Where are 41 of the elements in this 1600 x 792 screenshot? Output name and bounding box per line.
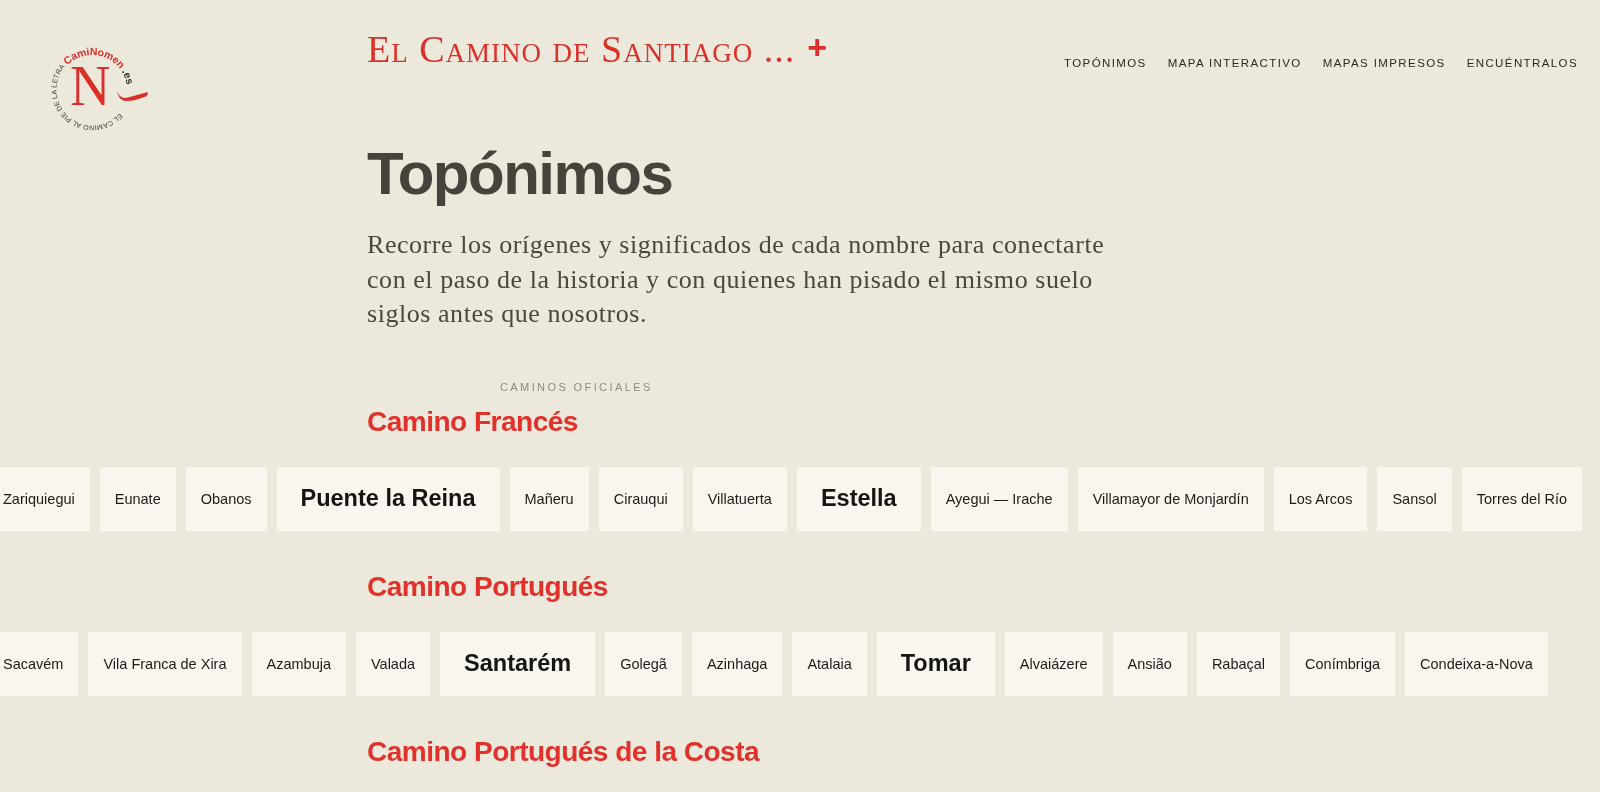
nav-link[interactable]: MAPA INTERACTIVO bbox=[1167, 56, 1302, 70]
nav-link[interactable]: TOPÓNIMOS bbox=[1064, 56, 1147, 70]
nav-link[interactable]: ENCUÉNTRALOS bbox=[1466, 56, 1578, 70]
place-link[interactable]: Tomar bbox=[876, 631, 995, 696]
place-link[interactable]: Rabaçal bbox=[1196, 631, 1281, 696]
place-link[interactable]: Alvaiázere bbox=[1004, 631, 1103, 696]
place-link[interactable]: Puente la Reina bbox=[276, 466, 500, 531]
route-heading: Camino Portugués de la Costa bbox=[367, 734, 760, 769]
route-heading: Camino Portugués bbox=[367, 569, 608, 604]
place-link[interactable]: Condeixa-a-Nova bbox=[1405, 631, 1548, 696]
place-link[interactable]: Villamayor de Monjardín bbox=[1077, 466, 1264, 531]
place-link[interactable]: Conímbriga bbox=[1290, 631, 1396, 696]
logo-letter: N bbox=[70, 67, 111, 105]
place-link[interactable]: Atalaia bbox=[792, 631, 867, 696]
place-link[interactable]: Zariquiegui bbox=[0, 466, 90, 531]
place-link[interactable]: Torres del Río bbox=[1461, 466, 1582, 531]
place-link[interactable]: Eunate bbox=[99, 466, 176, 531]
place-link[interactable]: Obanos bbox=[185, 466, 267, 531]
place-link[interactable]: Sacavém bbox=[0, 631, 79, 696]
place-link[interactable]: Valada bbox=[356, 631, 431, 696]
place-link[interactable]: Ayegui — Irache bbox=[930, 466, 1068, 531]
place-link[interactable]: Vila Franca de Xira bbox=[88, 631, 242, 696]
more-button[interactable]: + bbox=[807, 30, 827, 64]
section-label: CAMINOS OFICIALES bbox=[500, 379, 653, 394]
place-link[interactable]: Golegã bbox=[605, 631, 682, 696]
place-link[interactable]: Villatuerta bbox=[692, 466, 787, 531]
route-heading: Camino Francés bbox=[367, 404, 578, 439]
place-link[interactable]: Azambuja bbox=[251, 631, 346, 696]
place-link[interactable]: Ansião bbox=[1112, 631, 1187, 696]
page-title: Topónimos bbox=[367, 144, 673, 204]
place-link[interactable]: Mañeru bbox=[509, 466, 589, 531]
place-link[interactable]: Santarém bbox=[440, 631, 596, 696]
site-title[interactable]: El Camino de Santiago ... bbox=[367, 30, 796, 68]
intro-text: Recorre los orígenes y significados de cada nombre para conectarte con el paso de la historia y con quienes han pisado el mismo suelo siglos antes que nosotros. bbox=[367, 229, 1106, 330]
place-link[interactable]: Los Arcos bbox=[1273, 466, 1368, 531]
place-link[interactable]: Sansol bbox=[1377, 466, 1452, 531]
nav-link[interactable]: MAPAS IMPRESOS bbox=[1322, 56, 1446, 70]
place-link[interactable]: Cirauqui bbox=[598, 466, 683, 531]
tilde-icon bbox=[117, 90, 148, 101]
place-link[interactable]: Estella bbox=[796, 466, 921, 531]
place-link[interactable]: Azinhaga bbox=[691, 631, 783, 696]
